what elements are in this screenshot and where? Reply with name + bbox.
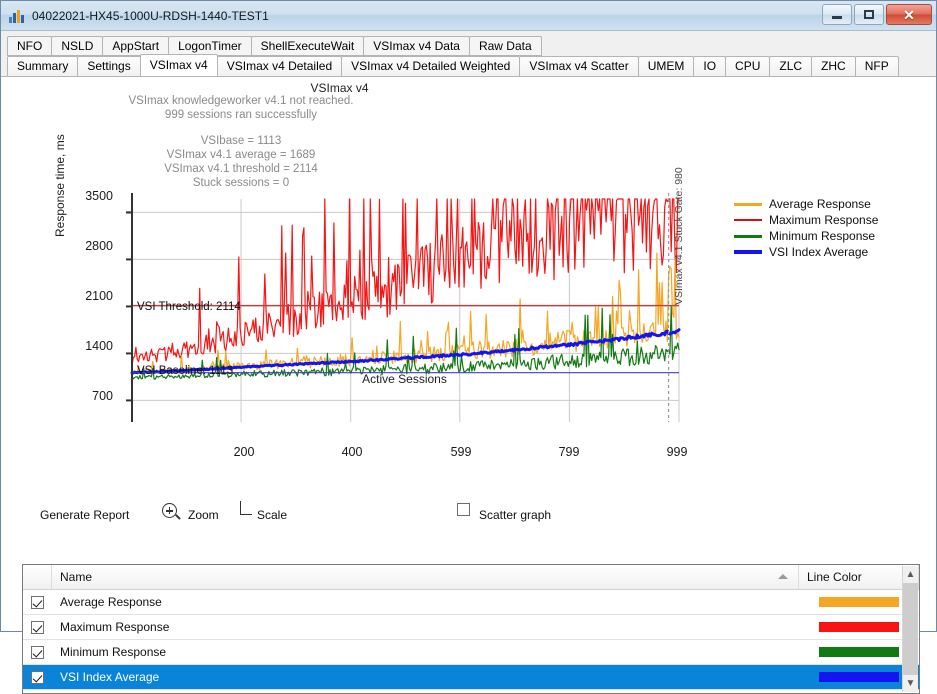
chart-toolbar: Generate Report Zoom Scale Scatter graph (1, 422, 937, 562)
minimize-button[interactable] (822, 4, 852, 25)
line-color-swatch (819, 647, 899, 657)
tab-zlc[interactable]: ZLC (769, 56, 813, 76)
tab-vsimax-v4-data[interactable]: VSImax v4 Data (363, 36, 470, 56)
legend-swatch-maximum-response (734, 219, 762, 221)
legend-item-maximum-response: Maximum Response (734, 212, 878, 228)
tab-nfo[interactable]: NFO (7, 36, 53, 56)
header-name-label: Name (60, 570, 93, 584)
row-name-cell: VSI Index Average (60, 670, 160, 684)
scatter-graph-checkbox[interactable] (457, 503, 470, 516)
legend-label-average-response: Average Response (769, 197, 871, 211)
legend-item-minimum-response: Minimum Response (734, 228, 878, 244)
legend-swatch-minimum-response (734, 234, 762, 238)
tab-nsld[interactable]: NSLD (51, 36, 104, 56)
close-icon: ✕ (903, 6, 915, 23)
table-row[interactable]: VSI Index Average (23, 665, 919, 690)
header-line-color-column[interactable]: Line Color (799, 565, 919, 589)
tab-cpu[interactable]: CPU (725, 56, 771, 76)
tab-shellexecutewait[interactable]: ShellExecuteWait (250, 36, 365, 56)
y-tick-3500: 3500 (85, 189, 113, 203)
tab-content-panel: VSImax v4 Response time, ms Active Sessi… (1, 76, 937, 694)
tab-row-secondary: Summary Settings VSImax v4 VSImax v4 Det… (7, 54, 936, 76)
row-line-color-cell[interactable] (799, 640, 919, 664)
stuck-gate-label: VSImax v4.1 Stuck Gate: 980 (673, 167, 685, 305)
checkbox-checked-icon[interactable] (31, 670, 44, 684)
tab-logontimer[interactable]: LogonTimer (168, 36, 252, 56)
tab-io[interactable]: IO (693, 56, 727, 76)
tab-settings[interactable]: Settings (77, 56, 141, 76)
row-checkbox-cell[interactable] (23, 665, 52, 689)
legend-swatch-average-response (734, 202, 762, 206)
window-title: 04022021-HX45-1000U-RDSH-1440-TEST1 (32, 8, 269, 23)
legend-label-maximum-response: Maximum Response (769, 213, 879, 227)
zoom-icon-handle (175, 514, 181, 520)
y-tick-2100: 2100 (85, 289, 113, 303)
row-name-cell: Maximum Response (60, 620, 170, 634)
legend-label-vsi-index-average: VSI Index Average (769, 245, 869, 259)
legend-label-minimum-response: Minimum Response (769, 229, 876, 243)
row-checkbox-cell[interactable] (23, 640, 52, 664)
scatter-graph-label[interactable]: Scatter graph (479, 508, 551, 522)
scale-icon[interactable] (240, 501, 252, 515)
chart-legend: Average Response Maximum Response Minimu… (734, 196, 878, 260)
maximize-icon (864, 10, 874, 19)
checkbox-checked-icon[interactable] (31, 595, 44, 609)
minimize-icon (832, 16, 842, 19)
line-color-swatch (819, 622, 899, 632)
application-window: 04022021-HX45-1000U-RDSH-1440-TEST1 ✕ NF… (0, 0, 937, 694)
tab-vsimax-v4-detailed[interactable]: VSImax v4 Detailed (216, 56, 343, 76)
close-button[interactable]: ✕ (886, 4, 932, 25)
series-grid-header: Name Line Color (23, 565, 919, 590)
vsimax-chart[interactable]: VSImax v4 Response time, ms Active Sessi… (1, 77, 937, 459)
row-name-cell: Minimum Response (60, 645, 167, 659)
line-color-swatch (819, 597, 899, 607)
vsi-baseline-label: VSI Baseline: 1113 (137, 365, 234, 377)
row-checkbox-cell[interactable] (23, 590, 52, 614)
tab-summary[interactable]: Summary (7, 56, 79, 76)
scroll-up-icon[interactable]: ▲ (903, 566, 918, 583)
legend-item-vsi-index-average: VSI Index Average (734, 244, 878, 260)
title-bar: 04022021-HX45-1000U-RDSH-1440-TEST1 ✕ (1, 1, 936, 31)
grid-vertical-scrollbar[interactable]: ▲ ▼ (902, 566, 918, 692)
scale-button[interactable]: Scale (257, 508, 287, 522)
row-line-color-cell[interactable] (799, 615, 919, 639)
series-grid-body: Average Response Maximum Response Minimu… (23, 590, 919, 693)
header-checkbox-column (23, 565, 52, 589)
tab-row-primary: NFO NSLD AppStart LogonTimer ShellExecut… (7, 35, 936, 56)
legend-swatch-vsi-index-average (734, 250, 762, 254)
tab-vsimax-v4[interactable]: VSImax v4 (139, 54, 218, 76)
row-line-color-cell[interactable] (799, 590, 919, 614)
line-color-swatch (819, 672, 899, 682)
window-controls: ✕ (822, 4, 932, 25)
checkbox-checked-icon[interactable] (31, 645, 44, 659)
y-tick-1400: 1400 (85, 339, 113, 353)
scrollbar-thumb[interactable] (903, 583, 918, 675)
y-tick-2800: 2800 (85, 239, 113, 253)
row-name-cell: Average Response (60, 595, 162, 609)
bar-chart-icon (9, 9, 25, 23)
y-tick-700: 700 (92, 389, 113, 403)
tab-appstart[interactable]: AppStart (102, 36, 170, 56)
zoom-button[interactable]: Zoom (188, 508, 219, 522)
sort-ascending-icon (778, 574, 788, 579)
tab-zhc[interactable]: ZHC (811, 56, 856, 76)
table-row[interactable]: Average Response (23, 590, 919, 615)
row-line-color-cell[interactable] (799, 665, 919, 689)
header-name-column[interactable]: Name (52, 565, 799, 589)
tab-nfp[interactable]: NFP (854, 56, 899, 76)
tab-vsimax-v4-detailed-weighted[interactable]: VSImax v4 Detailed Weighted (341, 56, 521, 76)
maximize-button[interactable] (854, 4, 884, 25)
scroll-down-icon[interactable]: ▼ (903, 675, 918, 692)
legend-item-average-response: Average Response (734, 196, 878, 212)
table-row[interactable]: Minimum Response (23, 640, 919, 665)
generate-report-button[interactable]: Generate Report (40, 508, 129, 522)
vsi-threshold-label: VSI Threshold: 2114 (137, 301, 241, 313)
tab-strip: NFO NSLD AppStart LogonTimer ShellExecut… (1, 31, 936, 76)
tab-raw-data[interactable]: Raw Data (468, 36, 542, 56)
table-row[interactable]: Maximum Response (23, 615, 919, 640)
series-grid: Name Line Color Average Response Maximum… (22, 564, 920, 694)
row-checkbox-cell[interactable] (23, 615, 52, 639)
tab-umem[interactable]: UMEM (637, 56, 695, 76)
tab-vsimax-v4-scatter[interactable]: VSImax v4 Scatter (519, 56, 639, 76)
